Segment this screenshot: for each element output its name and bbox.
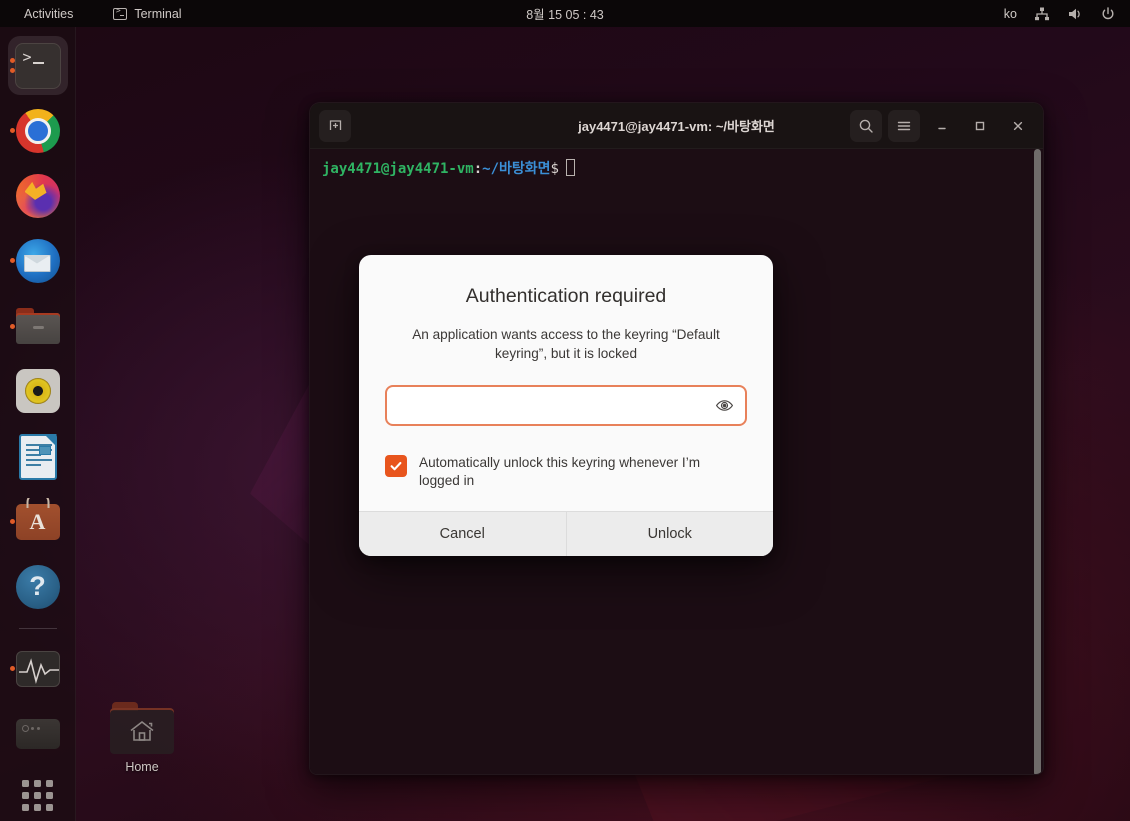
prompt-path: ~/바탕화면 bbox=[482, 161, 551, 177]
activities-button[interactable]: Activities bbox=[18, 4, 79, 24]
terminal-title: jay4471@jay4471-vm: ~/바탕화면 bbox=[578, 119, 775, 134]
authentication-dialog: Authentication required An application w… bbox=[359, 255, 773, 556]
power-icon[interactable] bbox=[1100, 6, 1116, 22]
desktop-icon-label: Home bbox=[125, 760, 159, 774]
dock-item-help[interactable]: ? bbox=[8, 557, 68, 616]
dock-item-terminal[interactable] bbox=[7, 36, 68, 96]
activity-graph-icon bbox=[14, 645, 62, 693]
grid-icon bbox=[22, 779, 53, 811]
software-bag-icon: A bbox=[14, 498, 62, 546]
volume-icon[interactable] bbox=[1067, 6, 1083, 22]
keyboard-layout-indicator[interactable]: ko bbox=[1004, 7, 1017, 21]
dock-item-google-chrome[interactable] bbox=[8, 101, 68, 160]
eye-icon[interactable] bbox=[713, 395, 735, 417]
search-button[interactable] bbox=[850, 109, 882, 142]
dock-item-files[interactable] bbox=[8, 297, 68, 356]
titlebar-controls bbox=[850, 109, 1034, 142]
firefox-icon bbox=[14, 172, 62, 220]
system-tray: ko bbox=[1004, 6, 1116, 22]
prompt-symbol: $ bbox=[550, 161, 559, 177]
chrome-icon bbox=[14, 107, 62, 155]
disks-icon bbox=[14, 710, 62, 758]
dialog-message: An application wants access to the keyri… bbox=[412, 327, 720, 361]
prompt-separator: : bbox=[473, 161, 483, 177]
dock-item-ubuntu-software[interactable]: A bbox=[8, 492, 68, 551]
terminal-scrollbar[interactable] bbox=[1034, 149, 1041, 774]
clock-button[interactable]: 8월 15 05 : 43 bbox=[526, 4, 604, 23]
app-menu-button[interactable]: Terminal bbox=[107, 4, 187, 24]
password-field[interactable] bbox=[385, 385, 747, 426]
network-wired-icon[interactable] bbox=[1034, 6, 1050, 22]
folder-icon bbox=[14, 302, 62, 350]
dock-item-disks[interactable] bbox=[8, 705, 68, 764]
terminal-cursor bbox=[565, 159, 575, 176]
minimize-button[interactable] bbox=[926, 110, 958, 142]
cancel-button[interactable]: Cancel bbox=[359, 512, 567, 556]
dialog-content: Authentication required An application w… bbox=[359, 255, 773, 511]
show-applications-button[interactable] bbox=[8, 770, 68, 821]
password-input[interactable] bbox=[397, 387, 713, 424]
terminal-prompt-line: jay4471@jay4471-vm:~/바탕화면$ bbox=[322, 159, 1031, 179]
desktop-icon-home[interactable]: Home bbox=[100, 702, 184, 774]
dock-divider bbox=[18, 628, 57, 630]
close-button[interactable] bbox=[1002, 110, 1034, 142]
terminal-icon bbox=[14, 42, 62, 90]
terminal-titlebar[interactable]: jay4471@jay4471-vm: ~/바탕화면 bbox=[310, 103, 1043, 149]
home-folder-icon bbox=[110, 702, 174, 754]
dock: A ? bbox=[0, 27, 76, 821]
hamburger-menu-button[interactable] bbox=[888, 109, 920, 142]
thunderbird-icon bbox=[14, 237, 62, 285]
question-mark-icon: ? bbox=[14, 563, 62, 611]
dock-item-system-monitor[interactable] bbox=[8, 639, 68, 698]
new-tab-button[interactable] bbox=[319, 109, 351, 142]
prompt-user-host: jay4471@jay4471-vm bbox=[322, 161, 474, 177]
desktop-screen: Activities Terminal 8월 15 05 : 43 ko bbox=[0, 0, 1130, 821]
dock-item-libreoffice-writer[interactable] bbox=[8, 427, 68, 486]
maximize-button[interactable] bbox=[964, 110, 996, 142]
document-icon bbox=[14, 433, 62, 481]
unlock-button[interactable]: Unlock bbox=[567, 512, 774, 556]
auto-unlock-label: Automatically unlock this keyring whenev… bbox=[419, 455, 701, 488]
dialog-title: Authentication required bbox=[465, 285, 667, 307]
dialog-button-bar: Cancel Unlock bbox=[359, 511, 773, 556]
top-bar: Activities Terminal 8월 15 05 : 43 ko bbox=[0, 0, 1130, 27]
auto-unlock-checkbox[interactable] bbox=[385, 455, 407, 477]
scrollbar-thumb[interactable] bbox=[1034, 149, 1041, 774]
dock-item-rhythmbox[interactable] bbox=[8, 362, 68, 421]
dock-item-firefox[interactable] bbox=[8, 166, 68, 225]
app-menu-label: Terminal bbox=[134, 6, 182, 21]
music-icon bbox=[14, 367, 62, 415]
auto-unlock-row[interactable]: Automatically unlock this keyring whenev… bbox=[385, 454, 747, 489]
terminal-icon bbox=[113, 6, 128, 20]
dock-item-thunderbird[interactable] bbox=[8, 231, 68, 290]
